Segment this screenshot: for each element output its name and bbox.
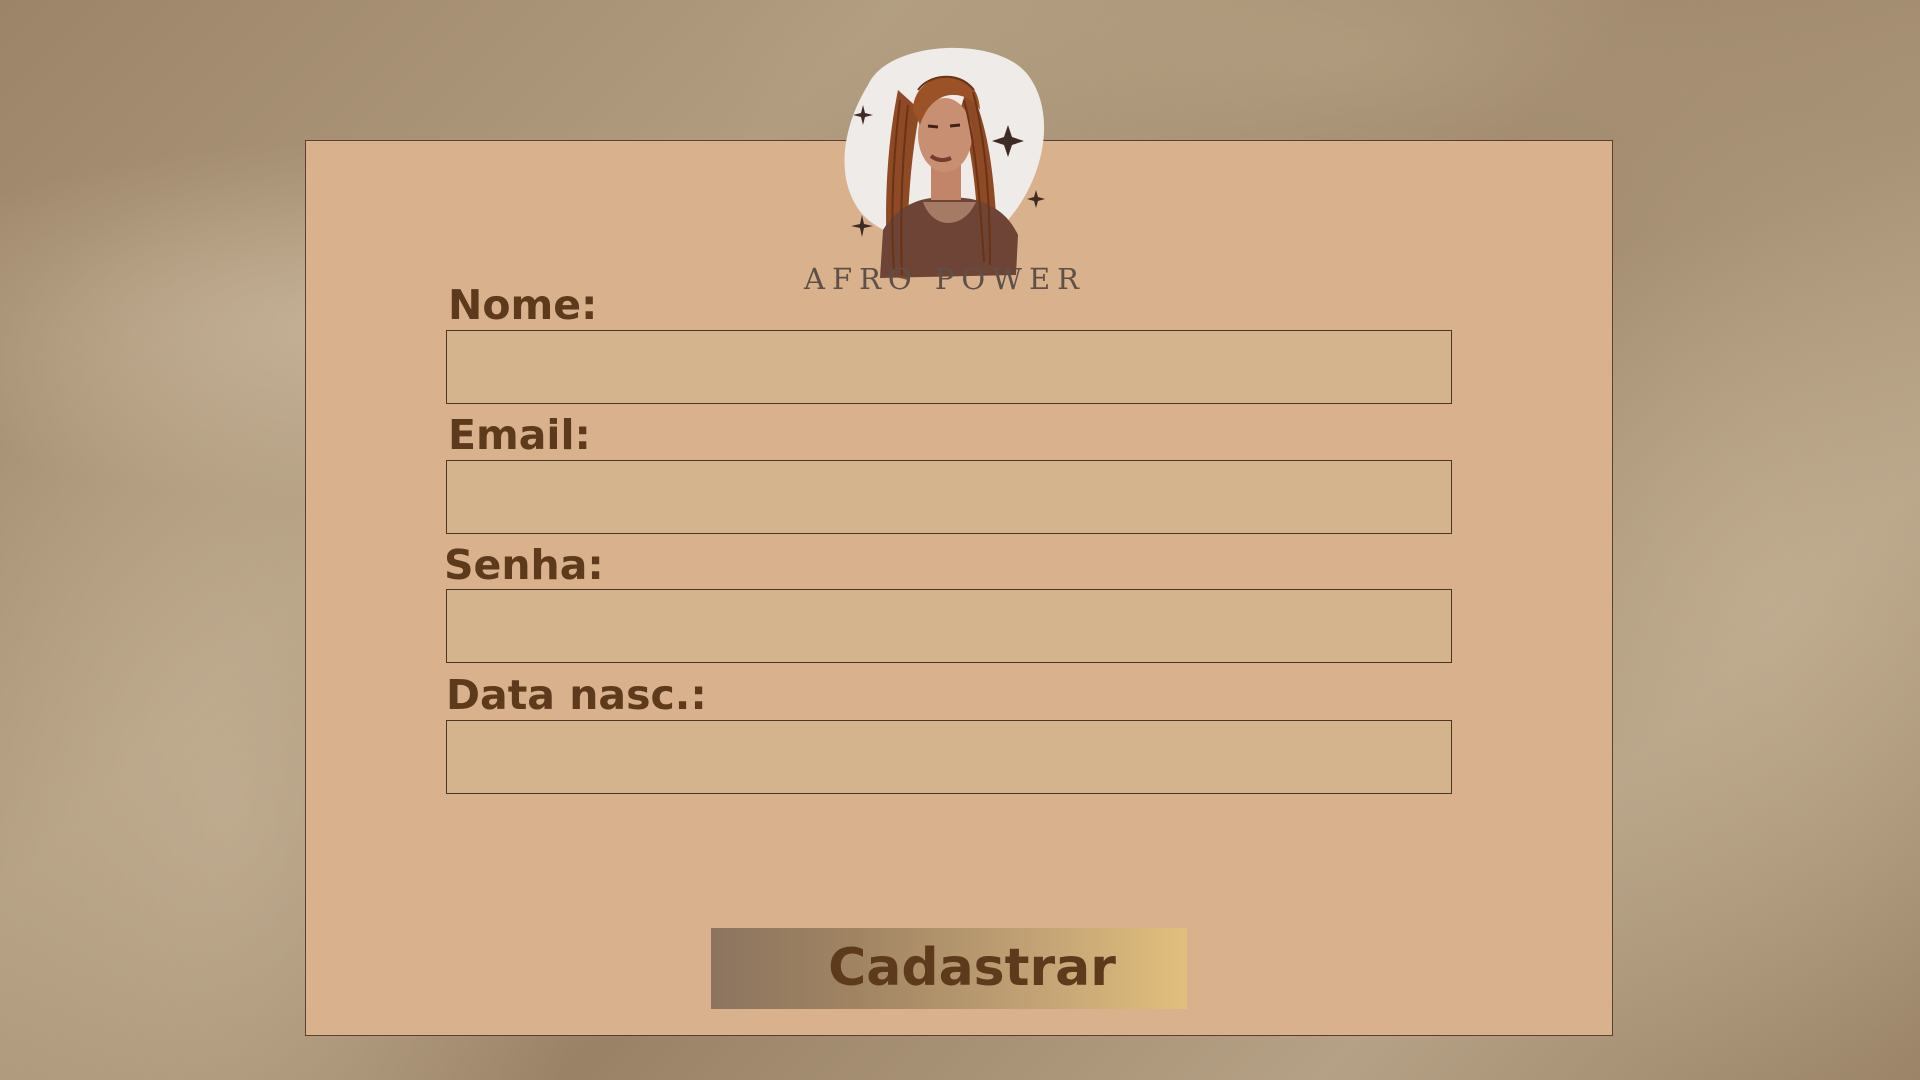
birthdate-label: Data nasc.: bbox=[446, 671, 707, 719]
name-input[interactable] bbox=[446, 330, 1452, 404]
name-label: Nome: bbox=[448, 281, 598, 329]
password-label: Senha: bbox=[444, 541, 604, 589]
password-input[interactable] bbox=[446, 589, 1452, 663]
register-button[interactable]: Cadastrar bbox=[711, 928, 1187, 1009]
birthdate-input[interactable] bbox=[446, 720, 1452, 794]
brand-name: AFRO POWER bbox=[804, 262, 1086, 296]
email-label: Email: bbox=[448, 411, 591, 459]
email-input[interactable] bbox=[446, 460, 1452, 534]
